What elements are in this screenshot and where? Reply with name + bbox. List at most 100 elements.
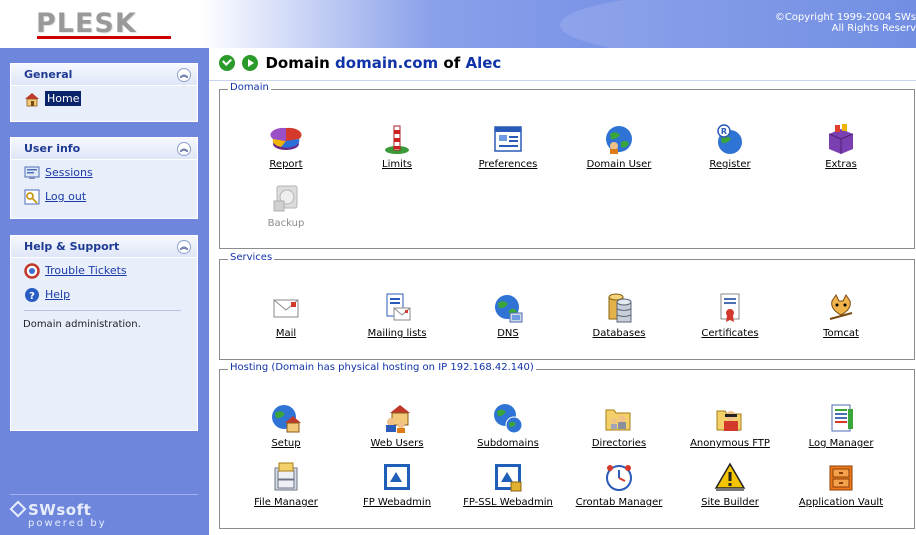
- status-running-icon: [242, 55, 259, 71]
- tile-subdomains-label[interactable]: Subdomains: [477, 438, 539, 449]
- context-help-note: Domain administration.: [23, 319, 141, 330]
- mail-envelope-icon: [273, 299, 299, 318]
- web-users-icon: [386, 405, 410, 433]
- tile-log-manager[interactable]: Log Manager: [786, 401, 896, 449]
- tile-web-users[interactable]: Web Users: [342, 401, 452, 449]
- log-manager-icon: [831, 404, 853, 432]
- tile-dns[interactable]: DNS: [453, 291, 563, 339]
- page-title: Domain domain.com of Alec: [219, 54, 501, 76]
- collapse-general-icon[interactable]: ︽: [177, 68, 191, 82]
- tile-mail[interactable]: Mail: [231, 291, 341, 339]
- directories-icon: [605, 409, 631, 431]
- swsoft-mark-icon: [9, 500, 27, 518]
- tile-extras[interactable]: Extras: [786, 122, 896, 170]
- tile-setup[interactable]: Setup: [231, 401, 341, 449]
- preferences-window-icon: [494, 126, 522, 152]
- tile-limits[interactable]: Limits: [342, 122, 452, 170]
- tile-mail-label[interactable]: Mail: [276, 328, 296, 339]
- tile-log-manager-label[interactable]: Log Manager: [809, 438, 874, 449]
- logout-key-icon: [24, 189, 40, 205]
- tile-crontab-manager[interactable]: Crontab Manager: [564, 460, 674, 508]
- tile-fp-webadmin[interactable]: FP Webadmin: [342, 460, 452, 508]
- sidebar-item-home-label[interactable]: Home: [45, 91, 82, 106]
- collapse-user-info-icon[interactable]: ︽: [177, 142, 191, 156]
- collapse-help-icon[interactable]: ︽: [177, 240, 191, 254]
- user-info-panel-title-text: User info: [24, 142, 81, 155]
- tile-web-users-label[interactable]: Web Users: [371, 438, 424, 449]
- tile-fp-ssl-webadmin-label[interactable]: FP-SSL Webadmin: [463, 497, 553, 508]
- user-info-panel-title: User info ︽: [11, 138, 197, 160]
- page-title-prefix: Domain: [265, 54, 330, 72]
- logout-link[interactable]: Log out: [45, 190, 86, 203]
- tile-backup-label: Backup: [267, 218, 305, 229]
- header-bar: PLESK ©Copyright 1999-2004 SWs All Right…: [0, 0, 916, 48]
- tile-certificates-label[interactable]: Certificates: [701, 328, 758, 339]
- tile-fp-webadmin-label[interactable]: FP Webadmin: [363, 497, 431, 508]
- swsoft-brand: SWsoft: [9, 500, 198, 519]
- tomcat-cat-icon: [829, 294, 853, 320]
- tile-report[interactable]: Report: [231, 122, 341, 170]
- tile-preferences[interactable]: Preferences: [453, 122, 563, 170]
- tile-report-label[interactable]: Report: [269, 159, 302, 170]
- tile-domain-user[interactable]: Domain User: [564, 122, 674, 170]
- sessions-icon: [24, 166, 40, 179]
- help-link[interactable]: Help: [45, 288, 70, 301]
- sidebar-item-home[interactable]: Home: [11, 86, 197, 110]
- extras-box-icon: [828, 124, 854, 154]
- tile-file-manager-label[interactable]: File Manager: [254, 497, 318, 508]
- dns-globe-icon: [495, 295, 523, 323]
- application-vault-icon: [829, 465, 853, 491]
- tile-application-vault[interactable]: Application Vault: [786, 460, 896, 508]
- tile-setup-label[interactable]: Setup: [271, 438, 300, 449]
- tile-databases-label[interactable]: Databases: [593, 328, 646, 339]
- navigation-sidebar: General ︽ Home User info ︽ Sessions Log …: [0, 48, 209, 535]
- tile-site-builder[interactable]: Site Builder: [675, 460, 785, 508]
- tile-directories-label[interactable]: Directories: [592, 438, 646, 449]
- sidebar-item-help[interactable]: ? Help: [11, 282, 197, 306]
- copyright-line-2: All Rights Reserv: [831, 23, 916, 34]
- tile-directories[interactable]: Directories: [564, 401, 674, 449]
- user-info-panel: User info ︽ Sessions Log out: [10, 137, 198, 219]
- hosting-group: Hosting (Domain has physical hosting on …: [219, 362, 915, 529]
- tile-subdomains[interactable]: Subdomains: [453, 401, 563, 449]
- sidebar-item-trouble-tickets[interactable]: Trouble Tickets: [11, 258, 197, 282]
- tile-crontab-manager-label[interactable]: Crontab Manager: [576, 497, 663, 508]
- sidebar-item-sessions[interactable]: Sessions: [11, 160, 197, 184]
- tile-extras-label[interactable]: Extras: [825, 159, 857, 170]
- page-title-domain: domain.com: [335, 54, 439, 72]
- tile-register[interactable]: R Register: [675, 122, 785, 170]
- tile-dns-label[interactable]: DNS: [497, 328, 519, 339]
- domain-user-globe-icon: [606, 126, 632, 154]
- tile-register-label[interactable]: Register: [709, 159, 750, 170]
- fp-ssl-webadmin-icon: [495, 464, 522, 492]
- tile-limits-label[interactable]: Limits: [382, 159, 412, 170]
- tile-preferences-label[interactable]: Preferences: [479, 159, 538, 170]
- swsoft-brand-text: SWsoft: [28, 501, 92, 519]
- sidebar-item-logout[interactable]: Log out: [11, 184, 197, 208]
- tile-application-vault-label[interactable]: Application Vault: [799, 497, 883, 508]
- plesk-logo[interactable]: PLESK: [36, 8, 137, 39]
- tile-domain-user-label[interactable]: Domain User: [587, 159, 652, 170]
- tile-site-builder-label[interactable]: Site Builder: [701, 497, 759, 508]
- tile-certificates[interactable]: Certificates: [675, 291, 785, 339]
- crontab-clock-icon: [606, 465, 632, 491]
- tile-file-manager[interactable]: File Manager: [231, 460, 341, 508]
- domain-group: Domain Report Limits Preferences Domain …: [219, 82, 915, 249]
- tile-databases[interactable]: Databases: [564, 291, 674, 339]
- tile-mailing-lists[interactable]: Mailing lists: [342, 291, 452, 339]
- tile-fp-ssl-webadmin[interactable]: FP-SSL Webadmin: [453, 460, 563, 508]
- trouble-tickets-link[interactable]: Trouble Tickets: [45, 264, 127, 277]
- sessions-link[interactable]: Sessions: [45, 166, 93, 179]
- tile-mailing-lists-label[interactable]: Mailing lists: [368, 328, 427, 339]
- tile-tomcat-label[interactable]: Tomcat: [823, 328, 859, 339]
- certificate-icon: [720, 293, 740, 322]
- copyright-text: ©Copyright 1999-2004 SWs All Rights Rese…: [775, 12, 916, 34]
- backup-icon: [273, 185, 298, 212]
- tile-tomcat[interactable]: Tomcat: [786, 291, 896, 339]
- svg-text:R: R: [721, 127, 727, 136]
- general-panel: General ︽ Home: [10, 63, 198, 122]
- tile-anonymous-ftp-label[interactable]: Anonymous FTP: [690, 438, 770, 449]
- tile-anonymous-ftp[interactable]: Anonymous FTP: [675, 401, 785, 449]
- title-divider: [209, 80, 916, 81]
- domain-group-legend: Domain: [228, 82, 271, 93]
